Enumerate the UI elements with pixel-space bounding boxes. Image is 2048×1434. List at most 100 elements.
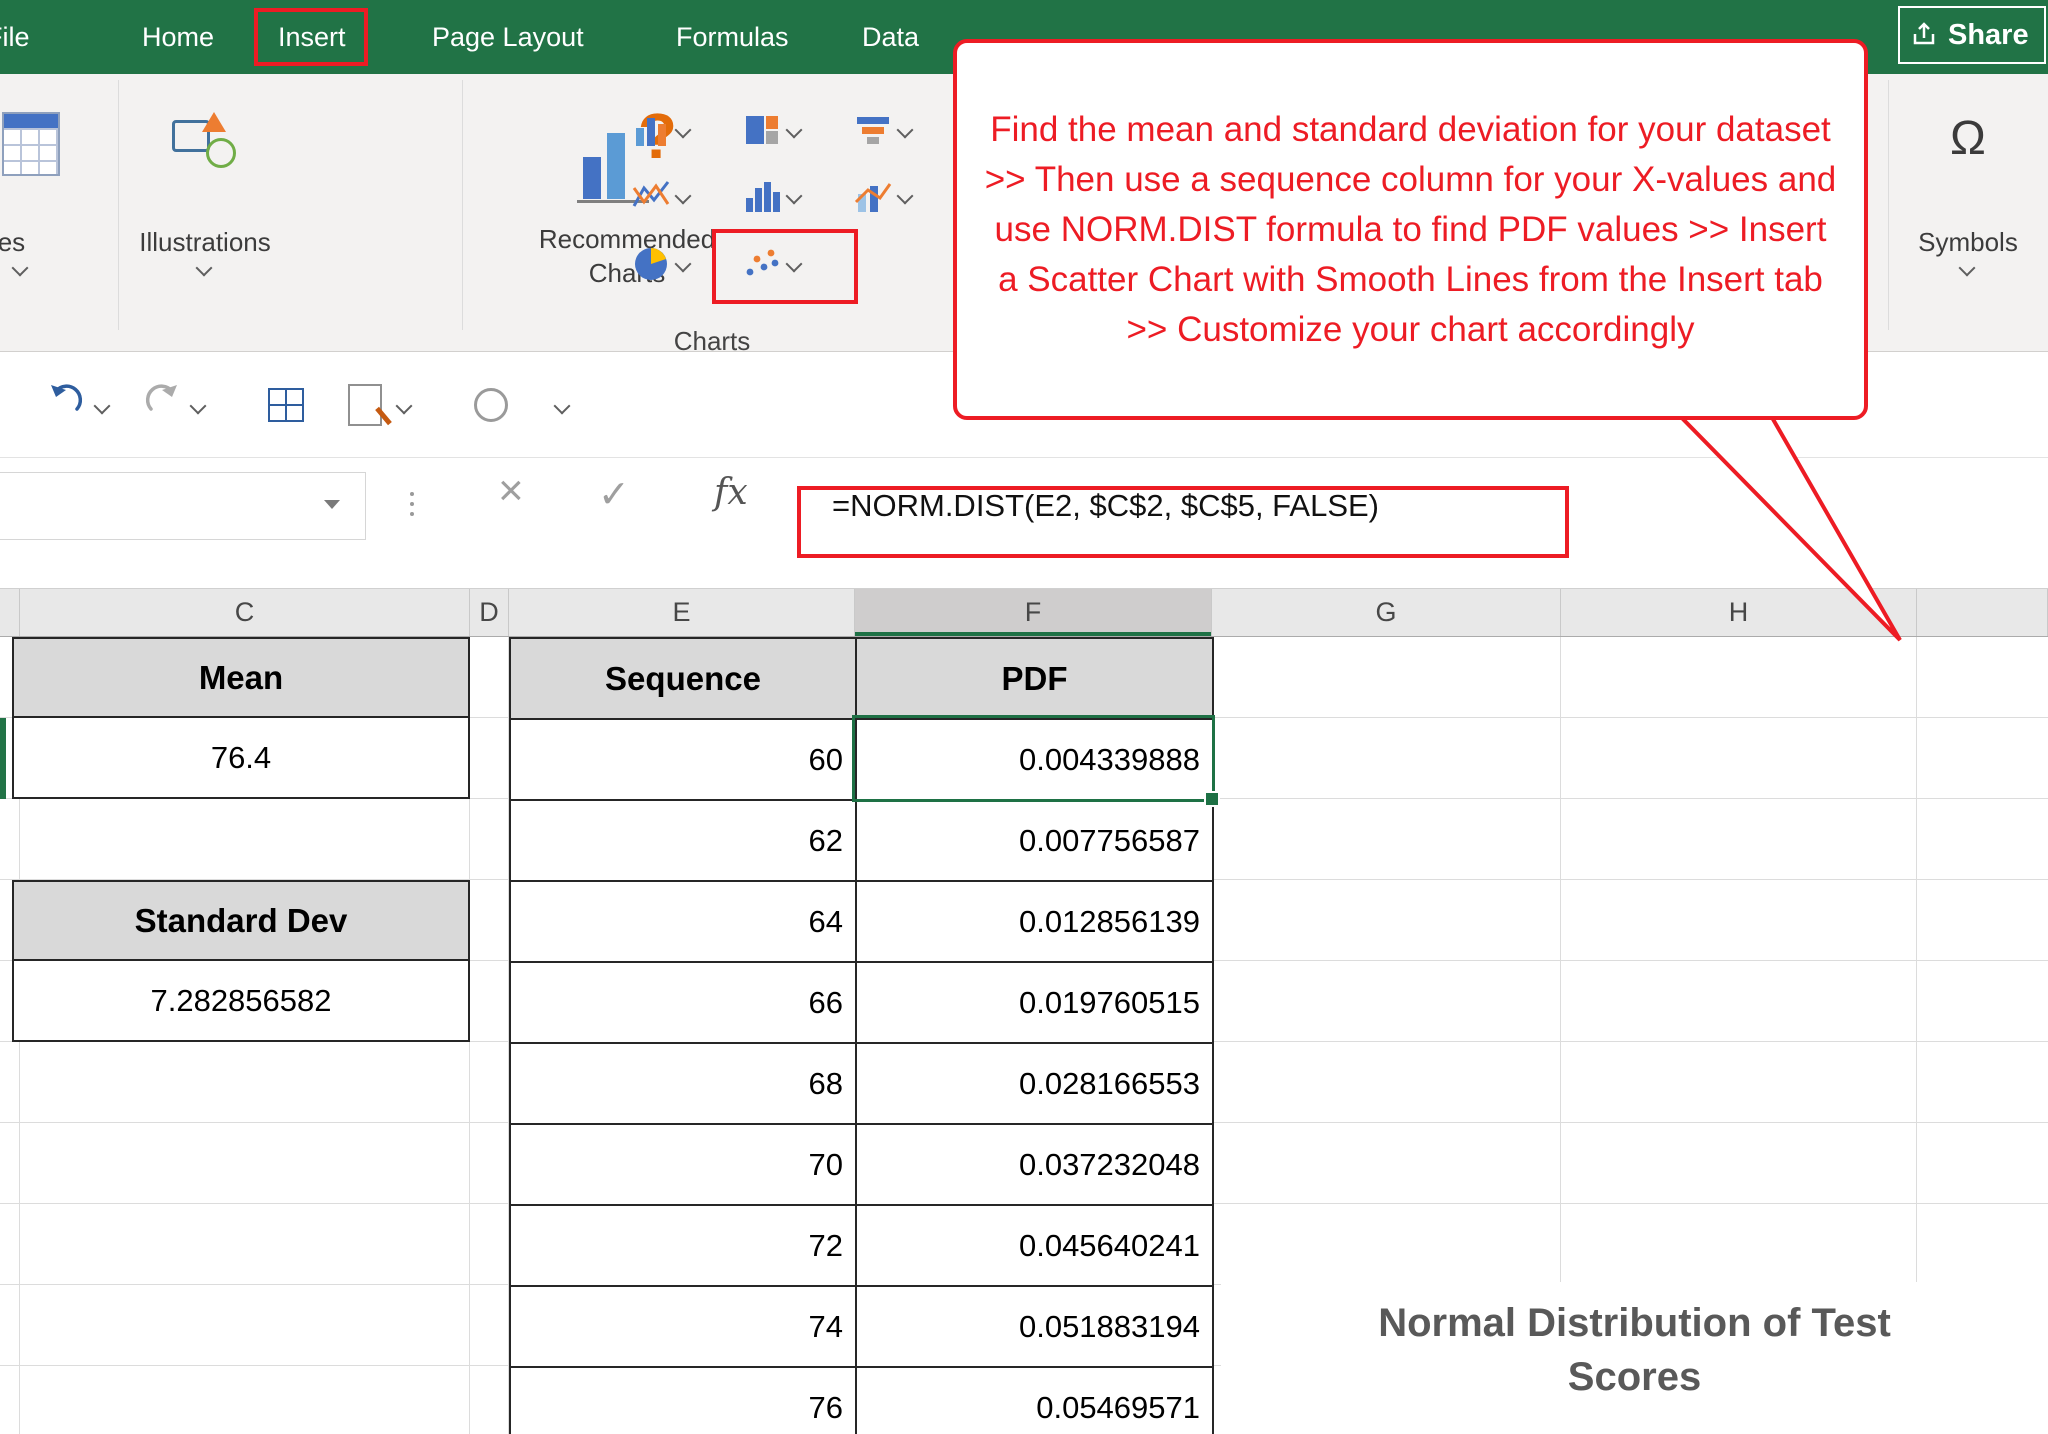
chevron-down-icon (897, 122, 914, 139)
share-icon (1910, 21, 1938, 49)
confirm-entry-icon[interactable]: ✓ (598, 472, 630, 517)
highlight-box-insert-tab (254, 8, 368, 66)
column-header-H[interactable]: H (1561, 589, 1917, 636)
tab-home[interactable]: Home (142, 0, 214, 74)
insert-line-chart-button[interactable] (631, 176, 689, 216)
column-headers: CDEFGH (0, 588, 2048, 637)
instruction-callout: Find the mean and standard deviation for… (953, 39, 1868, 420)
table-icon[interactable] (2, 112, 60, 176)
bar-icon-part (607, 133, 625, 199)
tab-formulas[interactable]: Formulas (676, 0, 789, 74)
chevron-down-icon[interactable] (12, 260, 29, 277)
tab-data[interactable]: Data (862, 0, 919, 74)
embedded-chart[interactable]: Normal Distribution of Test Scores Proba… (1221, 1282, 2048, 1434)
cell-E4[interactable]: 64 (511, 882, 857, 963)
share-button[interactable]: Share (1898, 6, 2046, 64)
cell-mean-value[interactable]: 76.4 (12, 716, 470, 799)
tab-file[interactable]: File (0, 0, 30, 74)
column-header-edge[interactable] (0, 589, 20, 636)
tables-group-label[interactable]: Tables (0, 225, 25, 259)
chevron-down-icon[interactable] (554, 398, 571, 415)
highlight-box-formula (797, 486, 1569, 558)
group-divider (118, 80, 119, 330)
treemap-chart-icon (742, 110, 782, 150)
cell-F10[interactable]: 0.05469571 (857, 1368, 1214, 1434)
symbols-group-label[interactable]: Symbols (1888, 225, 2048, 259)
chevron-down-icon (786, 188, 803, 205)
cell-F8[interactable]: 0.045640241 (857, 1206, 1214, 1287)
cell-E10[interactable]: 76 (511, 1368, 857, 1434)
undo-icon[interactable] (46, 382, 86, 418)
cell-E3[interactable]: 62 (511, 801, 857, 882)
omega-symbols-icon[interactable]: Ω (1940, 108, 1996, 168)
insert-column-chart-button[interactable] (631, 110, 689, 150)
column-header-G[interactable]: G (1212, 589, 1561, 636)
name-box-dropdown-icon[interactable] (324, 500, 340, 509)
instruction-callout-text: Find the mean and standard deviation for… (983, 105, 1838, 355)
line-chart-icon (631, 176, 671, 216)
column-header-edge[interactable] (1917, 589, 2048, 636)
chevron-down-icon[interactable] (1959, 260, 1976, 277)
recommended-charts-label[interactable]: Recommended Charts (527, 222, 727, 290)
cell-F9[interactable]: 0.051883194 (857, 1287, 1214, 1368)
illustrations-group-label[interactable]: Illustrations (105, 225, 305, 259)
highlight-box-scatter-button (712, 229, 858, 304)
group-divider (462, 80, 463, 330)
cell-stddev-value[interactable]: 7.282856582 (12, 959, 470, 1042)
chevron-down-icon[interactable] (396, 398, 413, 415)
chevron-down-icon (786, 122, 803, 139)
oval-shape-icon[interactable] (474, 388, 508, 422)
chevron-down-icon[interactable] (94, 398, 111, 415)
cell-F4[interactable]: 0.012856139 (857, 882, 1214, 963)
pdf-header-cell[interactable]: PDF (857, 639, 1214, 720)
tab-page-layout[interactable]: Page Layout (432, 0, 584, 74)
insert-treemap-chart-button[interactable] (742, 110, 800, 150)
referenced-cell-edge (0, 718, 6, 799)
sequence-header-cell[interactable]: Sequence (511, 639, 857, 720)
illustrations-icon[interactable] (172, 112, 238, 172)
active-cell-selection[interactable] (852, 715, 1215, 802)
borders-grid-icon[interactable] (268, 388, 304, 422)
chevron-down-icon[interactable] (190, 398, 207, 415)
pie-chart-icon (631, 244, 671, 284)
column-header-C[interactable]: C (20, 589, 470, 636)
cell-mean-label[interactable]: Mean (12, 637, 470, 718)
cell-E6[interactable]: 68 (511, 1044, 857, 1125)
chevron-down-icon[interactable] (196, 260, 213, 277)
chevron-down-icon (897, 188, 914, 205)
pencil-icon (375, 407, 392, 426)
chevron-down-icon (675, 188, 692, 205)
insert-combo-chart-button[interactable] (853, 176, 911, 216)
chevron-down-icon (675, 122, 692, 139)
insert-histogram-chart-button[interactable] (742, 176, 800, 216)
cell-F3[interactable]: 0.007756587 (857, 801, 1214, 882)
combo-chart-icon (853, 176, 893, 216)
column-header-F[interactable]: F (855, 589, 1212, 636)
bar-icon-part (583, 157, 601, 199)
cell-E8[interactable]: 72 (511, 1206, 857, 1287)
insert-pie-chart-button[interactable] (631, 244, 689, 284)
cell-E7[interactable]: 70 (511, 1125, 857, 1206)
column-chart-icon (631, 110, 671, 150)
column-header-E[interactable]: E (509, 589, 855, 636)
cell-E5[interactable]: 66 (511, 963, 857, 1044)
column-header-D[interactable]: D (470, 589, 509, 636)
spreadsheet-grid[interactable]: Mean 76.4 Standard Dev 7.282856582 Seque… (0, 637, 2048, 1434)
formula-bar-separator (410, 492, 414, 496)
cell-stddev-label[interactable]: Standard Dev (12, 880, 470, 961)
insert-funnel-chart-button[interactable] (853, 110, 911, 150)
cell-F7[interactable]: 0.037232048 (857, 1125, 1214, 1206)
share-label: Share (1948, 19, 2029, 52)
funnel-chart-icon (853, 110, 893, 150)
shape-triangle-icon (202, 112, 226, 132)
excel-window: File Home Insert Page Layout Formulas Da… (0, 0, 2048, 1434)
insert-function-icon[interactable]: fx (714, 472, 748, 513)
edit-shape-icon[interactable] (348, 384, 382, 426)
redo-icon[interactable] (142, 382, 182, 418)
cancel-entry-icon[interactable]: × (498, 466, 524, 516)
cell-F5[interactable]: 0.019760515 (857, 963, 1214, 1044)
cell-E2[interactable]: 60 (511, 720, 857, 801)
cell-E9[interactable]: 74 (511, 1287, 857, 1368)
cell-F6[interactable]: 0.028166553 (857, 1044, 1214, 1125)
name-box[interactable] (0, 472, 366, 540)
